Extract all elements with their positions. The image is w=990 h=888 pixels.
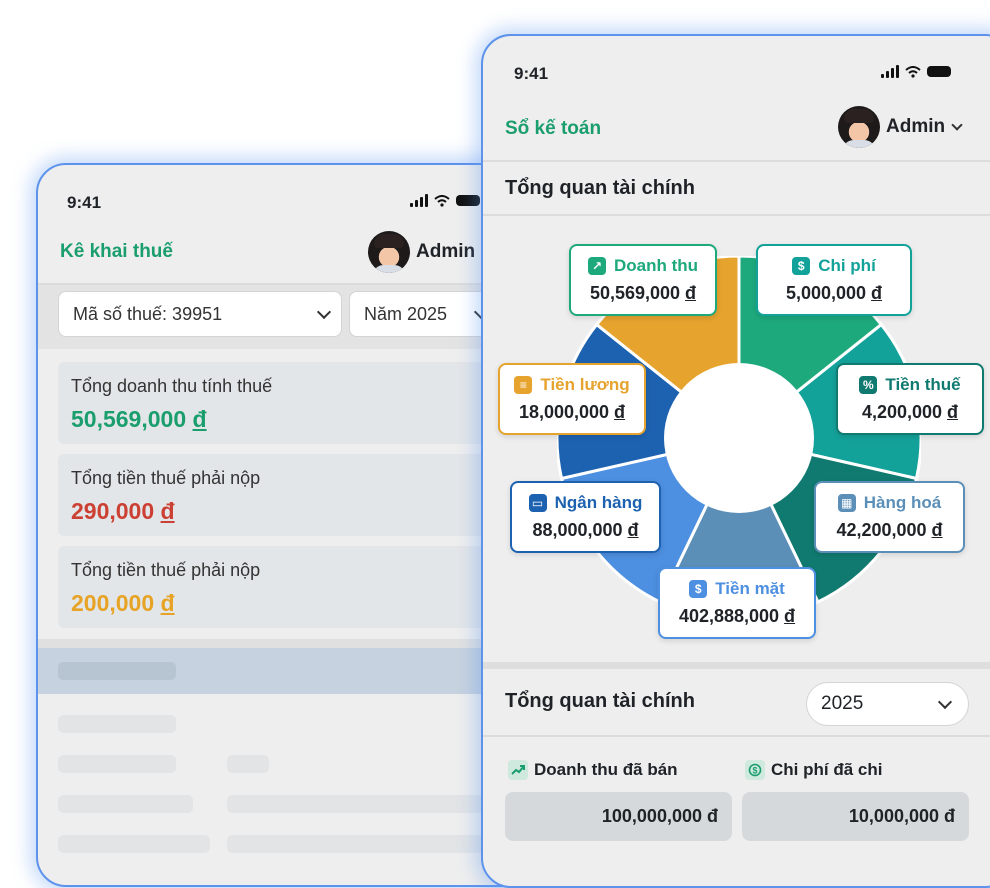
segment-label-1[interactable]: ↗ Doanh thu 50,569,000 đ xyxy=(569,244,717,316)
skeleton-bar xyxy=(227,755,269,773)
avatar xyxy=(838,106,880,148)
segment-amount: 5,000,000 đ xyxy=(785,283,883,303)
header-divider xyxy=(483,160,990,162)
skeleton-bar xyxy=(58,755,176,773)
battery-icon xyxy=(456,195,480,206)
segment-name: Tiền thuế xyxy=(885,375,961,394)
table-header xyxy=(38,648,558,694)
card-amount: 290,000 đ xyxy=(71,498,175,524)
skeleton-bar xyxy=(58,715,176,733)
card-icon: ▭ xyxy=(528,494,547,512)
section-divider xyxy=(483,735,990,737)
skeleton-bar xyxy=(58,795,193,813)
segment-name: Tiền mặt xyxy=(715,579,785,598)
filter-bar: Mã số thuế: 39951 Năm 2025 xyxy=(38,285,558,349)
revenue-sold-label: Doanh thu đã bán xyxy=(508,760,678,780)
signal-icon xyxy=(410,194,428,207)
segment-name: Tiền lương xyxy=(540,375,630,394)
boxes-icon: ▦ xyxy=(837,494,856,512)
card-label: Tổng tiền thuế phải nộp xyxy=(71,560,261,580)
status-time: 9:41 xyxy=(514,64,549,83)
revenue-sold-value: 100,000,000 đ xyxy=(505,792,732,841)
tax-code-select[interactable]: Mã số thuế: 39951 xyxy=(58,291,342,337)
avatar xyxy=(368,231,410,273)
status-icons xyxy=(881,65,951,78)
expense-paid-value: 10,000,000 đ xyxy=(742,792,969,841)
overview-title: Tổng quan tài chính xyxy=(505,177,695,199)
segment-name: Doanh thu xyxy=(613,256,699,275)
segment-label-head: $ Tiền mặt xyxy=(689,579,785,599)
card-amount: 200,000 đ xyxy=(71,590,175,616)
year-select[interactable]: Năm 2025 xyxy=(349,291,499,337)
tax-code-value: Mã số thuế: 39951 xyxy=(73,303,223,324)
summary-year-value: 2025 xyxy=(821,693,864,714)
money-out-icon: $ xyxy=(745,760,765,780)
chevron-down-icon xyxy=(951,119,963,131)
segment-name: Hàng hoá xyxy=(863,493,942,512)
segment-amount: 88,000,000 đ xyxy=(532,520,639,540)
section-separator xyxy=(483,662,990,669)
segment-label-6[interactable]: ▭ Ngân hàng 88,000,000 đ xyxy=(510,481,661,553)
salary-icon: ≡ xyxy=(514,376,533,394)
section-divider xyxy=(483,214,990,216)
segment-amount: 50,569,000 đ xyxy=(589,283,697,303)
segment-label-head: $ Chi phí xyxy=(792,256,876,276)
segment-amount: 4,200,000 đ xyxy=(861,402,959,422)
skeleton-bar xyxy=(58,835,210,853)
signal-icon xyxy=(881,65,899,78)
donut-center xyxy=(664,363,814,513)
card-label: Tổng tiền thuế phải nộp xyxy=(71,468,261,488)
year-value: Năm 2025 xyxy=(364,303,448,324)
user-menu[interactable]: Admin xyxy=(838,106,963,148)
skeleton-bar xyxy=(58,662,176,680)
status-icons xyxy=(410,194,480,207)
segment-label-4[interactable]: ▦ Hàng hoá 42,200,000 đ xyxy=(814,481,965,553)
segment-label-7[interactable]: ≡ Tiền lương 18,000,000 đ xyxy=(498,363,646,435)
segment-amount: 18,000,000 đ xyxy=(518,402,626,422)
segment-label-head: ≡ Tiền lương xyxy=(514,375,630,395)
summary-year-select[interactable]: 2025 xyxy=(806,682,969,726)
segment-label-3[interactable]: % Tiền thuế 4,200,000 đ xyxy=(836,363,984,435)
expense-paid-label: $ Chi phí đã chi xyxy=(745,760,882,780)
coin-icon: $ xyxy=(689,580,708,598)
segment-label-2[interactable]: $ Chi phí 5,000,000 đ xyxy=(756,244,912,316)
trend-up-icon: ↗ xyxy=(587,257,606,275)
money-out-icon: $ xyxy=(792,257,811,275)
segment-label-head: % Tiền thuế xyxy=(859,375,961,395)
chevron-down-icon xyxy=(316,304,332,320)
segment-amount: 402,888,000 đ xyxy=(678,606,796,626)
app-title: Kê khai thuế xyxy=(60,241,173,262)
section-divider xyxy=(38,639,558,648)
segment-name: Ngân hàng xyxy=(554,493,643,512)
summary-title: Tổng quan tài chính xyxy=(505,690,695,712)
segment-name: Chi phí xyxy=(818,256,876,275)
accounting-ledger-screen: 9:41 Sổ kế toán Admin Tổng quan tài chín… xyxy=(481,34,990,888)
segment-label-head: ▭ Ngân hàng xyxy=(528,493,643,513)
user-menu[interactable]: Admin xyxy=(368,231,475,273)
segment-label-5[interactable]: $ Tiền mặt 402,888,000 đ xyxy=(658,567,816,639)
status-time: 9:41 xyxy=(67,193,102,212)
battery-icon xyxy=(927,66,951,77)
svg-text:$: $ xyxy=(752,766,757,776)
tax-bag-icon: % xyxy=(859,376,878,394)
user-name: Admin xyxy=(886,116,946,137)
trend-up-icon xyxy=(508,760,528,780)
user-name: Admin xyxy=(416,241,476,262)
wifi-icon xyxy=(434,194,450,207)
app-title: Sổ kế toán xyxy=(505,118,602,139)
wifi-icon xyxy=(905,65,921,78)
card-amount: 50,569,000 đ xyxy=(71,406,207,432)
chevron-down-icon xyxy=(937,694,953,710)
card-label: Tổng doanh thu tính thuế xyxy=(71,376,273,396)
segment-label-head: ↗ Doanh thu xyxy=(587,256,699,276)
segment-amount: 42,200,000 đ xyxy=(836,520,943,540)
segment-label-head: ▦ Hàng hoá xyxy=(837,493,942,513)
